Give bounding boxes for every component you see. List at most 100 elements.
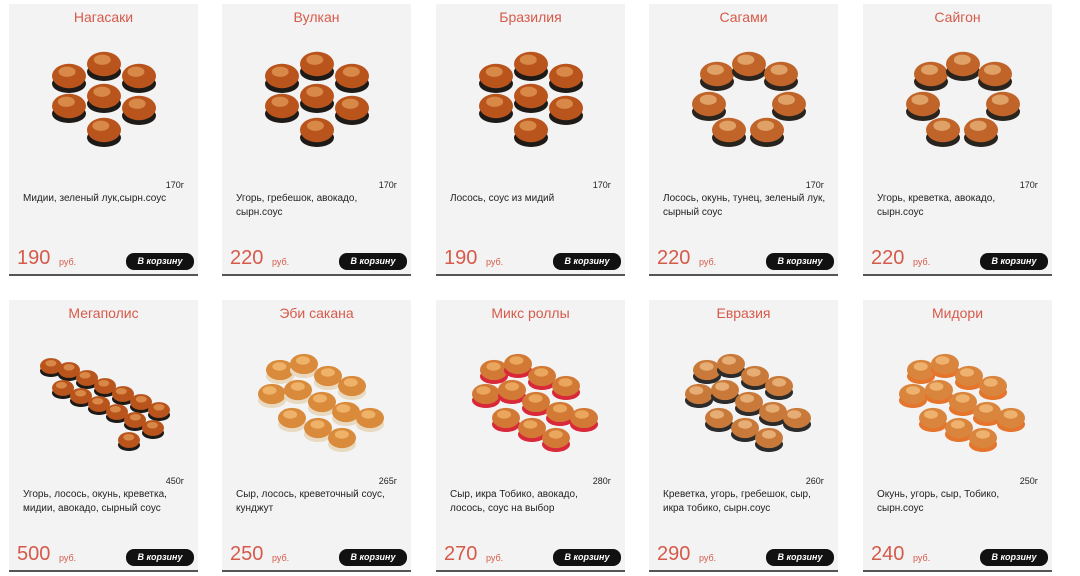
roll-piece xyxy=(906,91,940,121)
product-currency: руб. xyxy=(486,257,504,267)
product-description: Лосось, соус из мидий xyxy=(450,193,555,204)
roll-piece xyxy=(765,375,793,400)
rolls-photo xyxy=(265,51,369,147)
roll-piece xyxy=(759,401,787,426)
product-image xyxy=(29,34,179,164)
roll-piece xyxy=(997,407,1025,432)
add-to-cart-button[interactable]: В корзину xyxy=(980,253,1048,270)
roll-piece xyxy=(764,61,798,91)
product-currency: руб. xyxy=(699,553,717,563)
add-to-cart-button[interactable]: В корзину xyxy=(553,253,621,270)
product-image xyxy=(456,34,606,164)
product-description: Сыр, лосось, креветочный соус, кунджут xyxy=(236,489,385,514)
roll-piece xyxy=(87,117,121,147)
product-weight: 170г xyxy=(805,180,824,190)
product-title: Сагами xyxy=(719,9,768,25)
roll-piece xyxy=(266,359,294,384)
roll-piece xyxy=(549,95,583,125)
product-title: Эби сакана xyxy=(279,305,354,321)
roll-piece xyxy=(52,93,86,123)
roll-piece xyxy=(332,401,360,426)
rolls-photo xyxy=(692,51,806,147)
roll-piece xyxy=(570,407,598,432)
roll-piece xyxy=(518,417,546,442)
roll-piece xyxy=(479,63,513,93)
add-to-cart-button[interactable]: В корзину xyxy=(553,549,621,566)
add-to-cart-button[interactable]: В корзину xyxy=(126,253,194,270)
product-image xyxy=(669,34,819,164)
product-title: Микс роллы xyxy=(491,305,570,321)
roll-piece xyxy=(735,391,763,416)
roll-piece xyxy=(300,117,334,147)
roll-piece xyxy=(356,407,384,432)
roll-piece xyxy=(335,63,369,93)
product-price: 250 xyxy=(230,543,264,565)
product-currency: руб. xyxy=(59,257,77,267)
rolls-photo xyxy=(906,51,1020,147)
roll-piece xyxy=(925,379,953,404)
product-card: Мегаполис 450г Угорь, лосось, окунь, кре… xyxy=(9,300,198,572)
roll-piece xyxy=(52,63,86,93)
product-weight: 280г xyxy=(592,476,611,486)
roll-piece xyxy=(284,379,312,404)
product-grid: Нагасаки 170г Мидии, зеленый лук,сырн.со… xyxy=(0,0,1080,576)
roll-piece xyxy=(265,63,299,93)
roll-piece xyxy=(314,365,342,390)
roll-piece xyxy=(717,353,745,378)
roll-piece xyxy=(986,91,1020,121)
product-weight: 170г xyxy=(378,180,397,190)
product-description: Мидии, зеленый лук,сырн.соус xyxy=(23,193,167,204)
roll-piece xyxy=(741,365,769,390)
product-image xyxy=(883,330,1033,460)
roll-piece xyxy=(300,51,334,81)
product-currency: руб. xyxy=(913,553,931,563)
roll-piece xyxy=(265,93,299,123)
roll-piece xyxy=(946,51,980,81)
product-title: Вулкан xyxy=(293,9,340,25)
add-to-cart-button[interactable]: В корзину xyxy=(766,549,834,566)
add-to-cart-button[interactable]: В корзину xyxy=(339,253,407,270)
roll-piece xyxy=(914,61,948,91)
roll-piece xyxy=(899,383,927,408)
product-card: Сагами 170г Лосось, окунь, тунец, зелены… xyxy=(649,4,838,276)
product-card: Нагасаки 170г Мидии, зеленый лук,сырн.со… xyxy=(9,4,198,276)
product-price: 190 xyxy=(444,247,478,269)
add-to-cart-button[interactable]: В корзину xyxy=(126,549,194,566)
roll-piece xyxy=(504,353,532,378)
roll-piece xyxy=(955,365,983,390)
roll-piece xyxy=(290,353,318,378)
product-title: Мегаполис xyxy=(68,305,139,321)
product-weight: 450г xyxy=(165,476,184,486)
roll-piece xyxy=(711,379,739,404)
product-currency: руб. xyxy=(59,553,77,563)
rolls-photo xyxy=(685,353,811,452)
roll-piece xyxy=(979,375,1007,400)
product-price: 220 xyxy=(657,247,691,269)
product-description: Лосось, окунь, тунец, зеленый лук, сырны… xyxy=(663,193,826,218)
add-to-cart-button[interactable]: В корзину xyxy=(980,549,1048,566)
roll-piece xyxy=(514,117,548,147)
product-description: Сыр, икра Тобико, авокадо, лосось, соус … xyxy=(450,489,578,514)
rolls-photo xyxy=(899,353,1025,452)
add-to-cart-button[interactable]: В корзину xyxy=(766,253,834,270)
rolls-photo xyxy=(258,353,384,452)
roll-piece xyxy=(973,401,1001,426)
roll-piece xyxy=(945,417,973,442)
product-currency: руб. xyxy=(272,553,290,563)
add-to-cart-button[interactable]: В корзину xyxy=(339,549,407,566)
roll-piece xyxy=(685,383,713,408)
product-title: Бразилия xyxy=(499,9,562,25)
roll-piece xyxy=(338,375,366,400)
roll-piece xyxy=(528,365,556,390)
product-card: Бразилия 170г Лосось, соус из мидий 190 … xyxy=(436,4,625,276)
roll-piece xyxy=(783,407,811,432)
product-currency: руб. xyxy=(272,257,290,267)
roll-piece xyxy=(732,51,766,81)
roll-piece xyxy=(949,391,977,416)
product-image xyxy=(29,330,179,460)
product-card: Евразия 260г Креветка, угорь, гребешок, … xyxy=(649,300,838,572)
roll-piece xyxy=(705,407,733,432)
product-card: Вулкан 170г Угорь, гребешок, авокадо, сы… xyxy=(222,4,411,276)
rolls-photo xyxy=(479,51,583,147)
product-price: 220 xyxy=(871,247,905,269)
